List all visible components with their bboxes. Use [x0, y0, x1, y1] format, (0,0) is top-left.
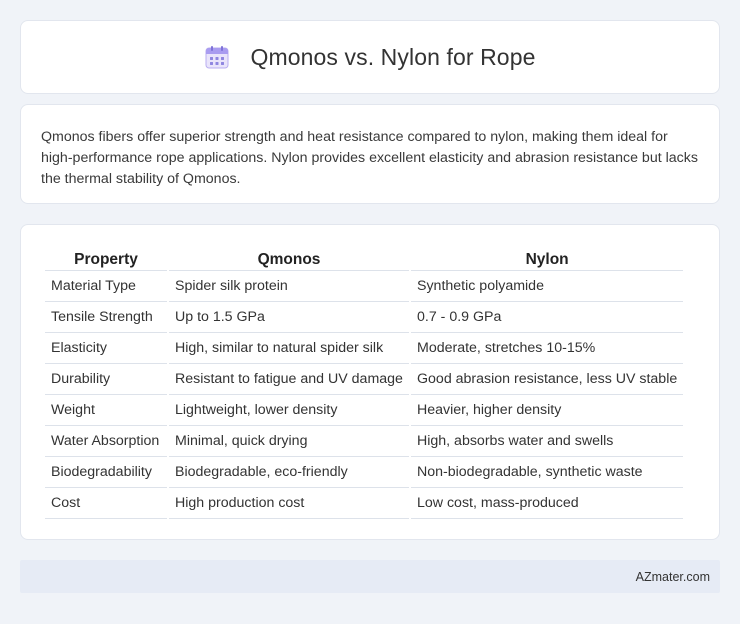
cell-property: Material Type — [45, 271, 167, 302]
table-row: Biodegradability Biodegradable, eco-frie… — [45, 457, 684, 488]
cell-nylon: Heavier, higher density — [411, 395, 684, 426]
footer: AZmater.com — [20, 560, 720, 593]
table-card: Property Qmonos Nylon Material Type Spid… — [20, 224, 720, 540]
title-wrap: Qmonos vs. Nylon for Rope — [204, 44, 535, 71]
cell-nylon: Non-biodegradable, synthetic waste — [411, 457, 684, 488]
table-row: Cost High production cost Low cost, mass… — [45, 488, 684, 519]
table-row: Tensile Strength Up to 1.5 GPa 0.7 - 0.9… — [45, 302, 684, 333]
cell-property: Elasticity — [45, 333, 167, 364]
summary-card: Qmonos fibers offer superior strength an… — [20, 104, 720, 204]
calendar-icon — [205, 46, 229, 69]
cell-property: Cost — [45, 488, 167, 519]
cell-qmonos: Resistant to fatigue and UV damage — [169, 364, 409, 395]
table-row: Durability Resistant to fatigue and UV d… — [45, 364, 684, 395]
header-property: Property — [45, 247, 167, 271]
table-header-row: Property Qmonos Nylon — [45, 247, 684, 271]
table-row: Elasticity High, similar to natural spid… — [45, 333, 684, 364]
cell-nylon: High, absorbs water and swells — [411, 426, 684, 457]
cell-property: Tensile Strength — [45, 302, 167, 333]
cell-qmonos: Up to 1.5 GPa — [169, 302, 409, 333]
title-card: Qmonos vs. Nylon for Rope — [20, 20, 720, 94]
cell-property: Biodegradability — [45, 457, 167, 488]
cell-nylon: 0.7 - 0.9 GPa — [411, 302, 684, 333]
cell-nylon: Low cost, mass-produced — [411, 488, 684, 519]
cell-qmonos: Biodegradable, eco-friendly — [169, 457, 409, 488]
footer-source: AZmater.com — [635, 569, 710, 584]
cell-qmonos: Minimal, quick drying — [169, 426, 409, 457]
cell-nylon: Synthetic polyamide — [411, 271, 684, 302]
cell-nylon: Moderate, stretches 10-15% — [411, 333, 684, 364]
cell-nylon: Good abrasion resistance, less UV stable — [411, 364, 684, 395]
cell-qmonos: High, similar to natural spider silk — [169, 333, 409, 364]
summary-text: Qmonos fibers offer superior strength an… — [41, 129, 698, 187]
table-row: Water Absorption Minimal, quick drying H… — [45, 426, 684, 457]
table-row: Weight Lightweight, lower density Heavie… — [45, 395, 684, 426]
cell-qmonos: High production cost — [169, 488, 409, 519]
page-title: Qmonos vs. Nylon for Rope — [250, 43, 536, 70]
table-row: Material Type Spider silk protein Synthe… — [45, 271, 684, 302]
header-qmonos: Qmonos — [169, 247, 409, 271]
cell-property: Durability — [45, 364, 167, 395]
cell-property: Water Absorption — [45, 426, 167, 457]
cell-qmonos: Spider silk protein — [169, 271, 409, 302]
cell-qmonos: Lightweight, lower density — [169, 395, 409, 426]
cell-property: Weight — [45, 395, 167, 426]
comparison-table: Property Qmonos Nylon Material Type Spid… — [43, 247, 685, 519]
header-nylon: Nylon — [411, 247, 684, 271]
